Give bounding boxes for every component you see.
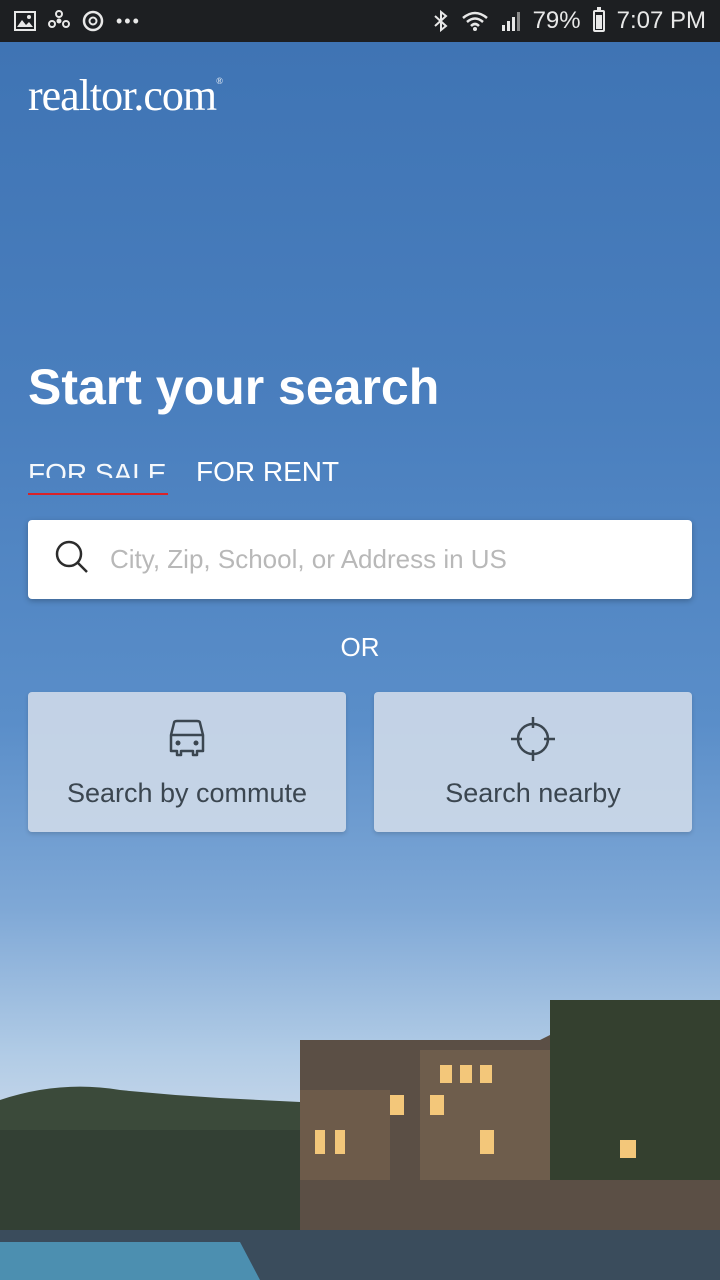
tab-for-rent-label: FOR RENT	[196, 456, 340, 487]
car-icon	[166, 716, 208, 762]
logo-registered-mark: ®	[216, 76, 223, 86]
crosshair-icon	[510, 716, 556, 762]
bluetooth-icon	[433, 9, 449, 33]
search-input[interactable]	[110, 541, 650, 578]
tab-for-sale[interactable]: FOR SALE	[28, 458, 168, 479]
or-divider: OR	[340, 632, 380, 662]
wifi-icon	[461, 9, 489, 33]
fan-icon	[48, 9, 70, 33]
tab-for-rent[interactable]: FOR RENT	[196, 450, 339, 496]
sync-icon	[82, 9, 104, 33]
status-left: •••	[14, 9, 141, 33]
search-nearby-button[interactable]: Search nearby	[374, 692, 692, 832]
status-bar: ••• 79% 7:07 PM	[0, 0, 720, 42]
clock: 7:07 PM	[616, 7, 706, 34]
page-title: Start your search	[28, 359, 440, 415]
search-by-commute-label: Search by commute	[66, 778, 308, 808]
image-icon	[14, 9, 36, 33]
active-tab-indicator	[28, 493, 168, 495]
search-tabs: FOR SALE FOR RENT	[28, 450, 339, 496]
battery-icon	[592, 7, 605, 32]
status-right: 79% 7:07 PM	[433, 7, 706, 35]
battery-percent: 79%	[532, 7, 581, 34]
signal-icon	[501, 9, 521, 33]
search-by-commute-button[interactable]: Search by commute	[28, 692, 346, 832]
search-nearby-label: Search nearby	[445, 778, 621, 808]
logo-text: realtor.com	[28, 71, 217, 120]
tab-for-sale-label: FOR SALE	[28, 458, 167, 479]
more-dots-icon: •••	[116, 10, 141, 31]
search-icon	[54, 539, 90, 580]
search-box[interactable]	[28, 520, 692, 599]
house-scene-image	[0, 1000, 720, 1280]
realtor-logo: realtor.com®	[28, 70, 223, 121]
